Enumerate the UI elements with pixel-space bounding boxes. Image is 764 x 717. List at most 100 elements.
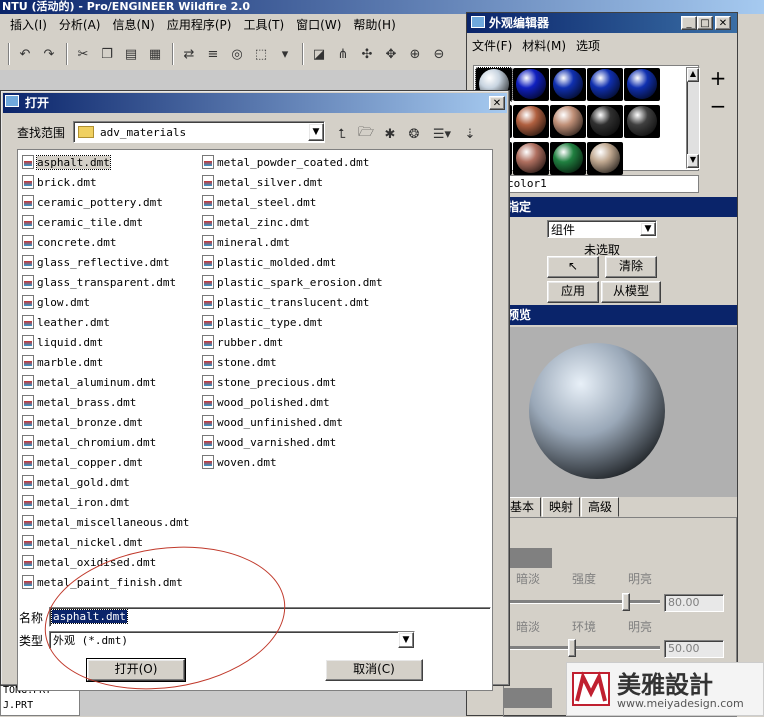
cut-icon[interactable]: ✂	[72, 43, 94, 65]
relation-icon[interactable]: ≡	[202, 43, 224, 65]
cancel-button[interactable]: 取消(C)	[325, 659, 423, 681]
look-in-select[interactable]: adv_materials ▼	[73, 121, 325, 143]
appearance-swatch[interactable]	[550, 68, 586, 101]
appearance-swatch[interactable]	[587, 105, 623, 138]
menu-material[interactable]: 材料(M)	[517, 35, 571, 57]
file-item[interactable]: metal_aluminum.dmt	[22, 372, 200, 392]
file-item[interactable]: plastic_translucent.dmt	[202, 292, 412, 312]
menu-tools[interactable]: 工具(T)	[237, 14, 290, 36]
color-sample[interactable]	[504, 548, 552, 568]
new-folder-icon[interactable]: ✱	[379, 123, 401, 145]
selection-box-icon[interactable]: ⬚	[250, 43, 272, 65]
zoom-out-icon[interactable]: ⊖	[428, 43, 450, 65]
chevron-down-icon[interactable]: ▾	[274, 43, 296, 65]
select-arrow-button[interactable]: ↖	[547, 256, 599, 278]
file-item[interactable]: metal_zinc.dmt	[202, 212, 412, 232]
file-item[interactable]: glass_transparent.dmt	[22, 272, 200, 292]
file-item[interactable]: wood_polished.dmt	[202, 392, 412, 412]
menu-info[interactable]: 信息(N)	[106, 14, 160, 36]
pan-icon[interactable]: ✥	[380, 43, 402, 65]
appearance-name-field[interactable]: color1	[503, 175, 699, 193]
close-icon[interactable]: ✕	[715, 16, 731, 30]
working-dir-icon[interactable]: ❂	[403, 123, 425, 145]
sort-icon[interactable]: ⇣	[459, 123, 481, 145]
file-item[interactable]: ceramic_tile.dmt	[22, 212, 200, 232]
file-item[interactable]: plastic_molded.dmt	[202, 252, 412, 272]
file-item[interactable]: wood_unfinished.dmt	[202, 412, 412, 432]
file-item[interactable]: metal_gold.dmt	[22, 472, 200, 492]
chevron-down-icon[interactable]: ▼	[640, 222, 656, 236]
file-item[interactable]: stone.dmt	[202, 352, 412, 372]
binoculars-icon[interactable]: ◎	[226, 43, 248, 65]
menu-applications[interactable]: 应用程序(P)	[161, 14, 238, 36]
undo-icon[interactable]: ↶	[14, 43, 36, 65]
appearance-swatch[interactable]	[624, 68, 660, 101]
add-icon[interactable]: +	[707, 67, 729, 89]
regenerate-icon[interactable]: ⇄	[178, 43, 200, 65]
appearance-swatch[interactable]	[587, 142, 623, 175]
file-item[interactable]: marble.dmt	[22, 352, 200, 372]
menu-file[interactable]: 文件(F)	[467, 35, 517, 57]
file-item[interactable]: plastic_spark_erosion.dmt	[202, 272, 412, 292]
file-item[interactable]: metal_brass.dmt	[22, 392, 200, 412]
file-item[interactable]: brick.dmt	[22, 172, 200, 192]
scroll-down-icon[interactable]: ▼	[687, 154, 699, 168]
file-item[interactable]: asphalt.dmt	[22, 152, 200, 172]
file-item[interactable]: concrete.dmt	[22, 232, 200, 252]
chevron-down-icon[interactable]: ▼	[398, 632, 414, 648]
file-item[interactable]: wood_varnished.dmt	[202, 432, 412, 452]
assign-type-select[interactable]: 组件 ▼	[547, 220, 657, 238]
scroll-up-icon[interactable]: ▲	[687, 68, 699, 82]
ambient-slider-thumb[interactable]	[568, 639, 576, 657]
menu-analysis[interactable]: 分析(A)	[53, 14, 107, 36]
file-item[interactable]: plastic_type.dmt	[202, 312, 412, 332]
intensity-slider-thumb[interactable]	[622, 593, 630, 611]
paste-icon[interactable]: ▤	[120, 43, 142, 65]
paste-special-icon[interactable]: ▦	[144, 43, 166, 65]
file-item[interactable]: glow.dmt	[22, 292, 200, 312]
from-model-button[interactable]: 从模型	[601, 281, 661, 303]
menu-insert[interactable]: 插入(I)	[4, 14, 53, 36]
up-folder-icon[interactable]: ⮤	[331, 123, 353, 145]
intensity-value[interactable]: 80.00	[664, 594, 724, 612]
file-item[interactable]: woven.dmt	[202, 452, 412, 472]
apply-button[interactable]: 应用	[547, 281, 599, 303]
file-item[interactable]: metal_chromium.dmt	[22, 432, 200, 452]
ambient-value[interactable]: 50.00	[664, 640, 724, 658]
glow-color-sample[interactable]	[504, 688, 552, 708]
file-item[interactable]: metal_silver.dmt	[202, 172, 412, 192]
file-item[interactable]: stone_precious.dmt	[202, 372, 412, 392]
zoom-in-icon[interactable]: ⊕	[404, 43, 426, 65]
file-item[interactable]: metal_powder_coated.dmt	[202, 152, 412, 172]
file-item[interactable]: mineral.dmt	[202, 232, 412, 252]
file-item[interactable]: liquid.dmt	[22, 332, 200, 352]
close-icon[interactable]: ✕	[489, 96, 505, 110]
file-item[interactable]: metal_copper.dmt	[22, 452, 200, 472]
file-item[interactable]: ceramic_pottery.dmt	[22, 192, 200, 212]
chevron-down-icon[interactable]: ▼	[308, 123, 324, 141]
menu-options[interactable]: 选项	[571, 35, 605, 57]
file-item[interactable]: metal_iron.dmt	[22, 492, 200, 512]
remove-icon[interactable]: −	[707, 95, 729, 117]
minimize-icon[interactable]: _	[681, 16, 697, 30]
appearance-swatch[interactable]	[513, 142, 549, 175]
appearance-swatch[interactable]	[624, 105, 660, 138]
copy-icon[interactable]: ❐	[96, 43, 118, 65]
maximize-icon[interactable]: □	[697, 16, 713, 30]
file-item[interactable]: leather.dmt	[22, 312, 200, 332]
file-item[interactable]: glass_reflective.dmt	[22, 252, 200, 272]
list-item[interactable]: J.PRT	[1, 700, 79, 715]
view-menu-icon[interactable]: ☰▾	[427, 123, 457, 145]
intensity-slider-track[interactable]	[510, 600, 660, 604]
appearance-swatch[interactable]	[587, 68, 623, 101]
appearance-swatch[interactable]	[513, 68, 549, 101]
file-item[interactable]: metal_steel.dmt	[202, 192, 412, 212]
menu-help[interactable]: 帮助(H)	[347, 14, 401, 36]
appearance-swatch[interactable]	[550, 105, 586, 138]
datum-icon[interactable]: ⋔	[332, 43, 354, 65]
appearance-swatch[interactable]	[550, 142, 586, 175]
orient-icon[interactable]: ✣	[356, 43, 378, 65]
redo-icon[interactable]: ↷	[38, 43, 60, 65]
menu-window[interactable]: 窗口(W)	[290, 14, 347, 36]
ambient-slider-track[interactable]	[510, 646, 660, 650]
